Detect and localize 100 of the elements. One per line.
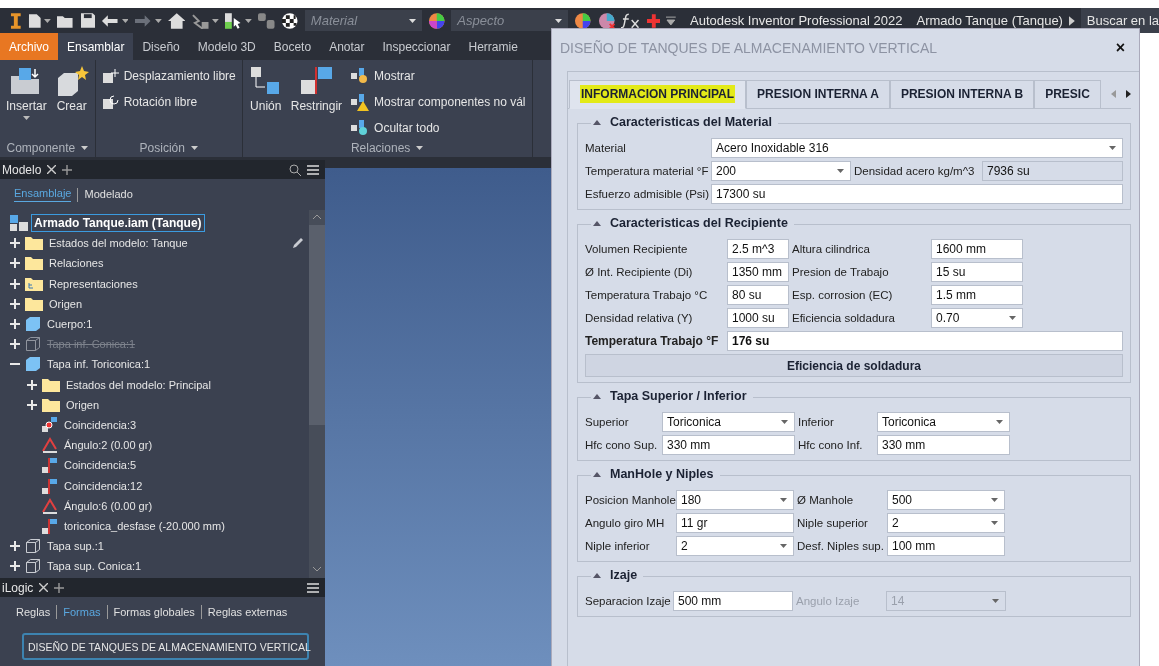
expand-icon[interactable] bbox=[10, 298, 20, 309]
dialog-tab[interactable]: PRESION INTERNA A bbox=[746, 79, 890, 109]
ribbon-button[interactable]: Restringir bbox=[290, 64, 343, 139]
tree-item[interactable]: Tapa inf. Toriconica:1 bbox=[44, 356, 154, 373]
ribbon-button[interactable]: Mostrar componentes no vál bbox=[350, 92, 526, 112]
input-field[interactable]: 15 su bbox=[931, 262, 1023, 282]
dropdown-field[interactable]: Toriconica bbox=[877, 412, 1010, 432]
tree-item[interactable]: Ángulo:6 (0.00 gr) bbox=[61, 497, 156, 514]
tree-item[interactable]: Coincidencia:5 bbox=[61, 457, 140, 474]
dropdown-field[interactable]: 0.70 bbox=[931, 308, 1023, 328]
expand-icon[interactable] bbox=[10, 278, 20, 289]
dropdown-field[interactable]: 2 bbox=[887, 513, 1005, 533]
cylinders-icon[interactable] bbox=[257, 12, 276, 29]
ribbon-button[interactable]: Desplazamiento libre bbox=[101, 66, 236, 86]
collapse-icon[interactable] bbox=[593, 220, 601, 226]
add-tab-icon[interactable] bbox=[54, 582, 65, 593]
color-wheel-icon[interactable] bbox=[427, 11, 446, 30]
ribbon-tab[interactable]: Herramie bbox=[459, 33, 527, 60]
panel-subtab[interactable]: Formas globales bbox=[113, 606, 195, 618]
panel-subtab[interactable]: Reglas externas bbox=[207, 606, 288, 618]
dropdown-field[interactable]: 200 bbox=[711, 161, 851, 181]
ribbon-tab[interactable]: Ensamblar bbox=[58, 33, 134, 60]
collapse-icon[interactable] bbox=[593, 471, 601, 477]
tree-item[interactable]: Ángulo:2 (0.00 gr) bbox=[61, 437, 156, 454]
input-field[interactable]: 80 su bbox=[727, 285, 789, 305]
input-field[interactable]: 2.5 m^3 bbox=[727, 239, 789, 259]
close-icon[interactable] bbox=[47, 165, 57, 174]
dropdown-field[interactable]: 500 bbox=[887, 490, 1005, 510]
add-tab-icon[interactable] bbox=[62, 164, 73, 175]
new-file-icon[interactable] bbox=[27, 12, 42, 29]
tree-item[interactable]: Coincidencia:3 bbox=[61, 416, 140, 433]
input-field[interactable]: 176 su bbox=[727, 331, 1123, 351]
tree-item[interactable]: Armado Tanque.iam (Tanque) bbox=[31, 214, 205, 233]
tree-item[interactable]: Relaciones bbox=[46, 255, 107, 272]
expand-icon[interactable] bbox=[10, 238, 20, 249]
collapse-icon[interactable] bbox=[593, 572, 601, 578]
ribbon-tab[interactable]: Modelo 3D bbox=[188, 33, 265, 60]
dialog-tab[interactable]: PRESION INTERNA B bbox=[889, 79, 1035, 109]
menu-icon[interactable] bbox=[307, 164, 319, 175]
panel-tab[interactable]: iLogic bbox=[2, 580, 34, 595]
search-icon[interactable] bbox=[289, 163, 301, 176]
save-icon[interactable] bbox=[80, 13, 96, 28]
home-icon[interactable] bbox=[167, 12, 186, 29]
panel-subtab[interactable]: Formas bbox=[63, 606, 101, 618]
ribbon-button[interactable]: Rotación libre bbox=[101, 92, 236, 112]
close-icon[interactable] bbox=[39, 583, 49, 592]
panel-subtab[interactable]: Reglas bbox=[16, 606, 51, 618]
scrollbar[interactable] bbox=[309, 210, 325, 578]
dropdown-field[interactable]: Acero Inoxidable 316 bbox=[711, 138, 1123, 158]
ribbon-tab[interactable]: Inspeccionar bbox=[373, 33, 460, 60]
tree-item[interactable]: toriconica_desfase (-20.000 mm) bbox=[61, 517, 228, 534]
expand-icon[interactable] bbox=[10, 319, 20, 330]
expand-icon[interactable] bbox=[10, 258, 20, 269]
undo-icon[interactable] bbox=[101, 13, 119, 28]
scroll-right-icon[interactable] bbox=[1125, 90, 1131, 98]
form-button[interactable]: DISEÑO DE TANQUES DE ALMACENAMIENTO VERTICAL bbox=[22, 633, 309, 660]
ribbon-tab[interactable]: Diseño bbox=[133, 33, 189, 60]
checker-ball-icon[interactable] bbox=[281, 11, 299, 30]
tree-item[interactable]: Estados del modelo: Tanque bbox=[46, 235, 191, 252]
tree-item[interactable]: Origen bbox=[63, 396, 103, 413]
expand-icon[interactable] bbox=[10, 541, 20, 552]
ribbon-button[interactable]: Unión bbox=[248, 64, 283, 139]
group-menu[interactable]: Relaciones bbox=[248, 139, 526, 157]
redo-icon[interactable] bbox=[134, 13, 152, 28]
expand-icon[interactable] bbox=[27, 399, 37, 410]
pencil-icon[interactable] bbox=[292, 237, 304, 250]
group-menu[interactable]: Componente bbox=[6, 139, 89, 157]
input-field[interactable]: 11 gr bbox=[676, 513, 794, 533]
collapse-icon[interactable] bbox=[593, 119, 601, 125]
dropdown-field[interactable]: 180 bbox=[676, 490, 794, 510]
browser-tab[interactable]: Ensamblaje bbox=[14, 187, 72, 202]
app-logo-icon[interactable] bbox=[10, 11, 22, 30]
input-field[interactable]: 17300 su bbox=[711, 184, 1123, 204]
color-wheel-icon[interactable] bbox=[574, 11, 592, 30]
scroll-down-icon[interactable] bbox=[313, 567, 321, 572]
input-field[interactable]: 330 mm bbox=[662, 435, 795, 455]
action-button[interactable]: Eficiencia de soldadura bbox=[585, 354, 1123, 377]
update-icon[interactable] bbox=[191, 12, 209, 29]
close-button[interactable]: × bbox=[1111, 39, 1129, 57]
panel-tab[interactable]: Modelo bbox=[2, 162, 42, 177]
input-field[interactable]: 1600 mm bbox=[931, 239, 1023, 259]
input-field[interactable]: 1350 mm bbox=[727, 262, 789, 282]
collapse-icon[interactable] bbox=[593, 393, 601, 399]
tree-item[interactable]: Cuerpo:1 bbox=[44, 316, 96, 333]
expand-icon[interactable] bbox=[10, 339, 20, 350]
browser-tab[interactable]: Modelado bbox=[84, 187, 133, 202]
ribbon-tab[interactable]: Anotar bbox=[320, 33, 374, 60]
function-icon[interactable] bbox=[621, 12, 641, 29]
scroll-up-icon[interactable] bbox=[313, 214, 321, 219]
dialog-tab[interactable]: PRESIC bbox=[1034, 79, 1101, 109]
customize-menu-icon[interactable] bbox=[666, 15, 676, 26]
tree-item[interactable]: Tapa sup.:1 bbox=[44, 538, 107, 555]
ribbon-button[interactable]: Crear bbox=[54, 64, 89, 139]
plus-icon[interactable] bbox=[646, 13, 661, 28]
input-field[interactable]: 1.5 mm bbox=[931, 285, 1023, 305]
dropdown-field[interactable]: 2 bbox=[676, 536, 794, 556]
input-field[interactable]: 500 mm bbox=[673, 591, 793, 611]
tree-item[interactable]: Representaciones bbox=[46, 275, 141, 292]
dialog-tab[interactable]: INFORMACION PRINCIPAL bbox=[569, 79, 747, 109]
ribbon-button[interactable]: Insertar bbox=[6, 64, 47, 139]
